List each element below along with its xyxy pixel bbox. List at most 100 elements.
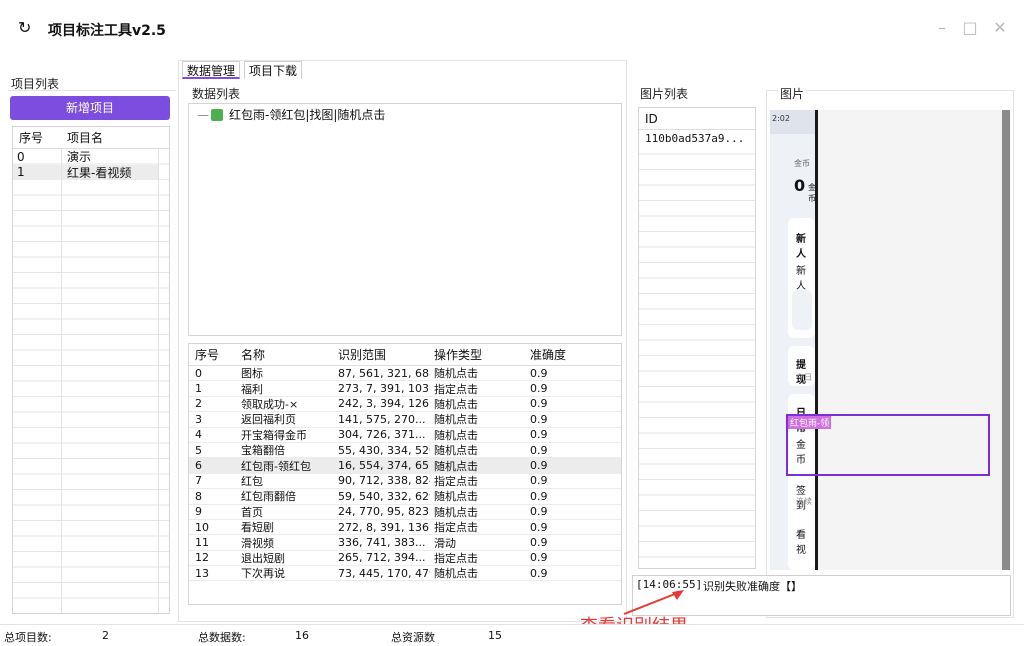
app-title: 项目标注工具v2.5 xyxy=(48,23,166,39)
table-row[interactable]: 4 开宝箱得金币 304, 726, 371... 随机点击 0.9 xyxy=(189,428,621,443)
maximize-icon[interactable]: □ xyxy=(960,18,980,37)
row-name: 下次再说 xyxy=(241,567,285,581)
row-index: 11 xyxy=(195,535,209,549)
row-accuracy: 0.9 xyxy=(530,412,548,426)
image-list-header[interactable]: ID xyxy=(639,108,755,130)
col-header-index[interactable]: 序号 xyxy=(13,129,61,146)
row-index: 9 xyxy=(195,505,202,519)
row-name: 红果-看视频 xyxy=(67,165,132,180)
table-row[interactable]: 6 红包雨-领红包 16, 554, 374, 651 随机点击 0.9 xyxy=(189,458,621,474)
row-accuracy: 0.9 xyxy=(530,366,548,380)
row-accuracy: 0.9 xyxy=(530,566,548,580)
row-range: 242, 3, 394, 126 xyxy=(338,397,429,411)
row-name: 福利 xyxy=(241,382,263,396)
col-header-range[interactable]: 识别范围 xyxy=(334,346,430,363)
row-op-type: 指定点击 xyxy=(434,382,478,396)
table-row[interactable]: 1 福利 273, 7, 391, 103 指定点击 0.9 xyxy=(189,381,621,397)
col-header-name[interactable]: 项目名 xyxy=(61,129,103,146)
row-op-type: 随机点击 xyxy=(434,567,478,581)
data-list-label: 数据列表 xyxy=(192,87,241,101)
row-index: 5 xyxy=(195,443,202,457)
row-range: 55, 430, 334, 520 xyxy=(338,443,430,457)
tab-project-download[interactable]: 项目下载 xyxy=(244,61,303,79)
phone-time: 2:02 xyxy=(772,114,790,123)
image-viewer[interactable]: 2:02 金币 0 金币 新人 新人 提现 今日 日常 金币 签到 连续 看视 … xyxy=(770,110,1010,572)
table-row[interactable]: 9 首页 24, 770, 95, 823 随机点击 0.9 xyxy=(189,505,621,520)
tree-item[interactable]: — 红包雨-领红包|找图|随机点击 xyxy=(197,106,385,123)
table-row[interactable]: 7 红包 90, 712, 338, 824 指定点击 0.9 xyxy=(189,474,621,490)
row-index: 8 xyxy=(195,489,202,503)
total-resources-value: 15 xyxy=(488,629,502,642)
list-item[interactable]: 110b0ad537a9... xyxy=(639,130,755,147)
row-range: 265, 712, 394... xyxy=(338,551,426,565)
table-row[interactable]: 11 滑视频 336, 741, 383... 滑动 0.9 xyxy=(189,535,621,551)
row-index: 4 xyxy=(195,428,202,442)
row-index: 6 xyxy=(195,459,202,473)
table-row[interactable]: 0 图标 87, 561, 321, 688 随机点击 0.9 xyxy=(189,366,621,382)
col-header-name[interactable]: 名称 xyxy=(237,346,334,363)
tree-item-label: 红包雨-领红包|找图|随机点击 xyxy=(229,108,386,122)
data-tree: — 红包雨-领红包|找图|随机点击 xyxy=(188,103,622,336)
total-data-value: 16 xyxy=(295,629,309,642)
col-header-accuracy[interactable]: 准确度 xyxy=(526,346,616,363)
table-row[interactable]: 5 宝箱翻倍 55, 430, 334, 520 随机点击 0.9 xyxy=(189,443,621,459)
row-name: 演示 xyxy=(67,150,92,165)
phone-screenshot: 2:02 金币 0 金币 新人 新人 提现 今日 日常 金币 签到 连续 看视 xyxy=(770,110,816,570)
add-project-button[interactable]: 新增项目 xyxy=(10,96,170,120)
row-accuracy: 0.9 xyxy=(530,428,548,442)
table-row[interactable]: 3 返回福利页 141, 575, 270... 随机点击 0.9 xyxy=(189,412,621,428)
row-range: 16, 554, 374, 651 xyxy=(338,459,430,473)
table-row[interactable]: 12 退出短剧 265, 712, 394... 指定点击 0.9 xyxy=(189,551,621,567)
row-index: 10 xyxy=(195,520,209,534)
row-index: 2 xyxy=(195,397,202,411)
image-scrollbar[interactable] xyxy=(1002,110,1010,570)
minimize-icon[interactable]: – xyxy=(932,18,952,37)
data-table-header: 序号 名称 识别范围 操作类型 准确度 xyxy=(189,344,621,366)
tab-data-management[interactable]: 数据管理 xyxy=(182,61,241,79)
col-header-op-type[interactable]: 操作类型 xyxy=(430,346,526,363)
row-name: 退出短剧 xyxy=(241,551,285,565)
table-row[interactable]: 1 红果-看视频 xyxy=(13,164,158,180)
row-accuracy: 0.9 xyxy=(530,520,548,534)
app-logo-icon: ↻ xyxy=(18,18,32,37)
table-row[interactable]: 10 看短剧 272, 8, 391, 136 指定点击 0.9 xyxy=(189,520,621,536)
divider xyxy=(8,90,176,91)
data-table: 序号 名称 识别范围 操作类型 准确度 0 图标 87, 561, 321, 688… xyxy=(188,343,622,605)
row-accuracy: 0.9 xyxy=(530,474,548,488)
row-accuracy: 0.9 xyxy=(530,535,548,549)
row-op-type: 随机点击 xyxy=(434,505,478,519)
row-op-type: 指定点击 xyxy=(434,521,478,535)
table-row[interactable]: 13 下次再说 73, 445, 170, 479 随机点击 0.9 xyxy=(189,566,621,582)
row-name: 领取成功-× xyxy=(241,397,299,411)
row-index: 7 xyxy=(195,474,202,488)
row-accuracy: 0.9 xyxy=(530,443,548,457)
title-bar: ↻ 项目标注工具v2.5 – □ ✕ xyxy=(0,0,1024,58)
row-name: 开宝箱得金币 xyxy=(241,428,307,442)
close-icon[interactable]: ✕ xyxy=(990,18,1010,37)
row-op-type: 随机点击 xyxy=(434,367,478,381)
image-list-table: ID 110b0ad537a9... xyxy=(638,107,756,569)
log-message: 识别失败准确度【】 xyxy=(703,580,802,593)
row-range: 273, 7, 391, 103 xyxy=(338,382,429,396)
status-bar: 总项目数: 2 总数据数: 16 总资源数 15 xyxy=(0,624,1024,646)
row-accuracy: 0.9 xyxy=(530,489,548,503)
row-op-type: 随机点击 xyxy=(434,444,478,458)
image-blank-area xyxy=(818,110,1002,570)
total-resources-label: 总资源数 xyxy=(391,631,435,644)
col-header-index[interactable]: 序号 xyxy=(189,346,237,363)
image-label: 图片 xyxy=(778,85,807,102)
row-range: 336, 741, 383... xyxy=(338,535,426,549)
row-index: 0 xyxy=(195,366,202,380)
column-divider xyxy=(61,149,62,613)
row-accuracy: 0.9 xyxy=(530,397,548,411)
row-name: 滑视频 xyxy=(241,536,274,550)
table-row[interactable]: 0 演示 xyxy=(13,149,169,165)
table-row[interactable]: 2 领取成功-× 242, 3, 394, 126 随机点击 0.9 xyxy=(189,397,621,413)
table-row[interactable]: 8 红包雨翻倍 59, 540, 332, 629 随机点击 0.9 xyxy=(189,489,621,505)
data-table-body: 0 图标 87, 561, 321, 688 随机点击 0.9 1 福利 273, 7, 39… xyxy=(189,366,621,582)
image-list-label: 图片列表 xyxy=(640,87,689,101)
column-divider xyxy=(158,149,159,613)
row-accuracy: 0.9 xyxy=(530,505,548,519)
row-accuracy: 0.9 xyxy=(530,382,548,396)
row-index: 1 xyxy=(195,382,202,396)
